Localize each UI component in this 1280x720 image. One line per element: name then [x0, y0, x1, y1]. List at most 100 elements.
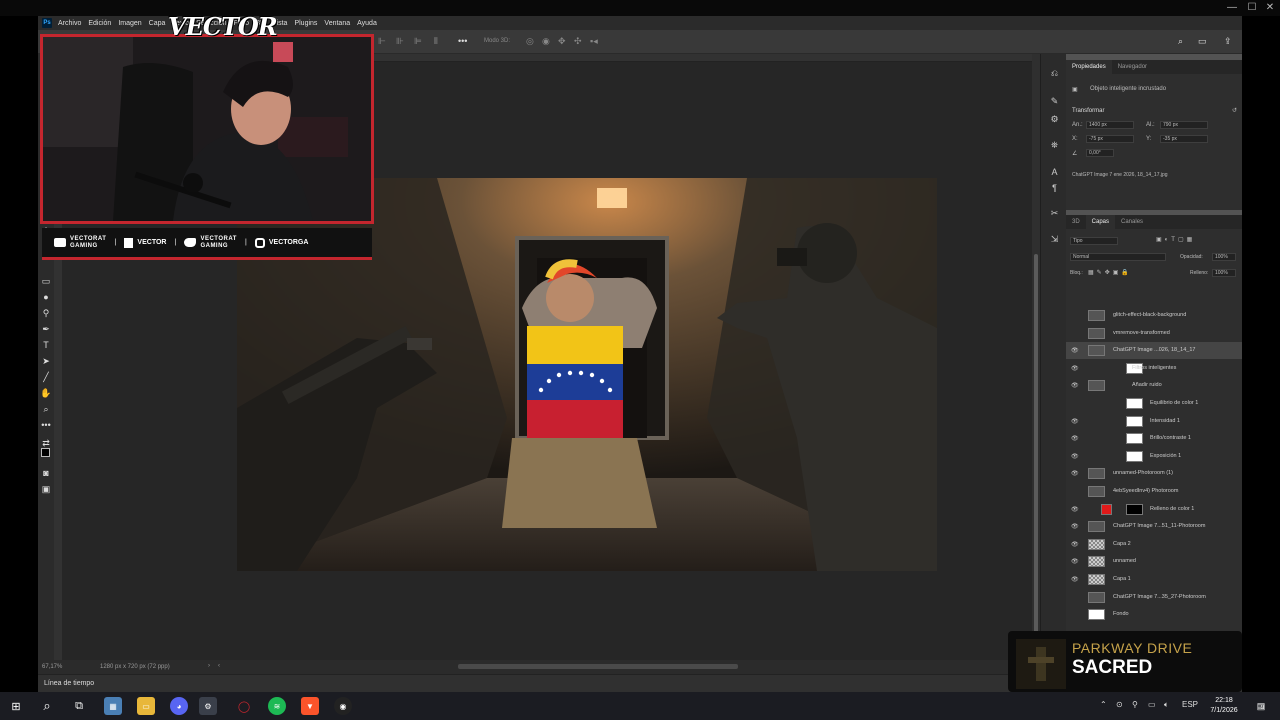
height-field[interactable]: 790 px: [1160, 121, 1208, 129]
tab-propiedades[interactable]: Propiedades: [1066, 60, 1112, 74]
layer-row[interactable]: 👁︎ Filtros inteligentes: [1066, 360, 1242, 377]
visibility-eye-icon[interactable]: 👁︎: [1071, 523, 1079, 530]
close-icon[interactable]: ✕: [1262, 2, 1278, 13]
tab-navegador[interactable]: Navegador: [1112, 64, 1153, 70]
app-icon[interactable]: ▦: [104, 697, 122, 715]
clock[interactable]: 22:18 7/1/2026: [1204, 696, 1244, 716]
layer-row[interactable]: vmremove-transformed: [1066, 325, 1242, 342]
paragraph-icon[interactable]: ¶: [1049, 182, 1060, 193]
edit-toolbar-icon[interactable]: •••: [41, 420, 51, 430]
layer-row[interactable]: 👁︎ Exposición 1: [1066, 448, 1242, 465]
file-explorer-icon[interactable]: ▭: [137, 697, 155, 715]
visibility-eye-icon[interactable]: 👁︎: [1071, 418, 1079, 425]
minimize-icon[interactable]: —: [1224, 2, 1240, 13]
tray-app-icon[interactable]: ⊙: [1116, 700, 1123, 709]
task-view-icon[interactable]: ⧉: [70, 697, 88, 715]
windows-start-icon[interactable]: ⊞: [7, 697, 25, 715]
quick-mask-icon[interactable]: ◙: [41, 468, 51, 478]
discord-icon[interactable]: ◕: [170, 697, 188, 715]
layer-row[interactable]: 👁︎ Añadir ruido: [1066, 377, 1242, 394]
fill-field[interactable]: 100%: [1212, 269, 1236, 277]
layer-row[interactable]: 👁︎ Intensidad 1: [1066, 413, 1242, 430]
foreground-color-swatch[interactable]: [41, 448, 50, 457]
maximize-icon[interactable]: ☐: [1244, 2, 1260, 13]
pen-tool-icon[interactable]: ✒: [41, 324, 51, 334]
align-left-icon[interactable]: ⊩: [378, 36, 386, 47]
layer-row[interactable]: Equilibrio de color 1: [1066, 395, 1242, 412]
screen-mode-icon[interactable]: ▣: [41, 484, 51, 494]
layer-row[interactable]: 👁︎ Relleno de color 1: [1066, 501, 1242, 518]
layer-row[interactable]: 👁︎ Capa 1: [1066, 571, 1242, 588]
layer-row[interactable]: 👁︎ ChatGPT Image ...026, 18_14_17: [1066, 342, 1242, 360]
zoom-level[interactable]: 67,17%: [42, 664, 62, 670]
vertical-scrollbar[interactable]: [1032, 54, 1040, 660]
tools-icon[interactable]: ✂: [1049, 208, 1060, 219]
visibility-eye-icon[interactable]: 👁︎: [1071, 453, 1079, 460]
3d-pan-icon[interactable]: ✥: [558, 36, 566, 47]
layer-row[interactable]: 👁︎ Brillo/contraste 1: [1066, 430, 1242, 447]
dodge-tool-icon[interactable]: ⚲: [41, 308, 51, 318]
more-options-icon[interactable]: •••: [458, 36, 467, 46]
layer-row[interactable]: 👁︎ Capa 2: [1066, 536, 1242, 553]
3d-scale-icon[interactable]: ▪◂: [590, 36, 598, 47]
search-icon[interactable]: ⌕: [1178, 36, 1183, 47]
spotify-icon[interactable]: ≋: [268, 697, 286, 715]
visibility-eye-icon[interactable]: 👁︎: [1071, 470, 1079, 477]
swap-colors-icon[interactable]: ⇄: [41, 438, 51, 448]
visibility-eye-icon[interactable]: 👁︎: [1071, 558, 1079, 565]
steam-icon[interactable]: ⚙: [199, 697, 217, 715]
vertical-scroll-thumb[interactable]: [1034, 254, 1038, 634]
layer-filter-select[interactable]: Tipo: [1070, 237, 1118, 245]
hand-tool-icon[interactable]: ✋: [40, 388, 51, 398]
brush-settings-icon[interactable]: ✎: [1049, 96, 1060, 107]
tab-capas[interactable]: Capas: [1085, 215, 1116, 229]
blur-tool-icon[interactable]: ●: [41, 292, 51, 302]
tray-chevron-icon[interactable]: ⌃: [1100, 700, 1107, 709]
visibility-eye-icon[interactable]: 👁︎: [1071, 347, 1079, 354]
opera-icon[interactable]: ◯: [235, 697, 253, 715]
angle-field[interactable]: 0,00°: [1086, 149, 1114, 157]
line-tool-icon[interactable]: ╱: [41, 372, 51, 382]
visibility-eye-icon[interactable]: 👁︎: [1071, 435, 1079, 442]
layer-row[interactable]: 👁︎ unnamed-Photoroom (1): [1066, 465, 1242, 482]
y-field[interactable]: -35 px: [1160, 135, 1208, 143]
history-icon[interactable]: ⎌: [1049, 68, 1060, 79]
menu-ayuda[interactable]: Ayuda: [357, 20, 377, 27]
3d-rotate-icon[interactable]: ◎: [526, 36, 534, 47]
menu-plugins[interactable]: Plugins: [294, 20, 317, 27]
character-icon[interactable]: A: [1049, 166, 1060, 177]
menu-ventana[interactable]: Ventana: [324, 20, 350, 27]
layer-row[interactable]: 4ebSyeedInv4) Photoroom: [1066, 483, 1242, 500]
status-scroll-left-icon[interactable]: ‹: [218, 663, 220, 669]
zoom-tool-icon[interactable]: ⌕: [41, 404, 51, 414]
menu-imagen[interactable]: Imagen: [118, 20, 141, 27]
visibility-eye-icon[interactable]: 👁︎: [1071, 576, 1079, 583]
menu-archivo[interactable]: Archivo: [58, 20, 81, 27]
align-center-icon[interactable]: ⊪: [396, 36, 404, 47]
layer-row[interactable]: 👁︎ ChatGPT Image 7...51_11-Photoroom: [1066, 518, 1242, 535]
horizontal-scroll-thumb[interactable]: [458, 664, 738, 669]
tab-3d[interactable]: 3D: [1066, 219, 1086, 225]
network-icon[interactable]: ▭: [1148, 700, 1156, 709]
visibility-eye-icon[interactable]: 👁︎: [1071, 365, 1079, 372]
adjustments-icon[interactable]: ⚙: [1049, 114, 1060, 125]
path-selection-icon[interactable]: ➤: [41, 356, 51, 366]
filter-icons[interactable]: ▣◐T▢▦: [1156, 236, 1195, 243]
language-indicator[interactable]: ESP: [1182, 700, 1198, 709]
eraser-tool-icon[interactable]: ▭: [41, 276, 51, 286]
brave-icon[interactable]: ▼: [301, 697, 319, 715]
microphone-icon[interactable]: ⚲: [1132, 700, 1138, 709]
3d-slide-icon[interactable]: ✣: [574, 36, 582, 47]
clone-source-icon[interactable]: ⛯: [1049, 140, 1060, 151]
obs-icon[interactable]: ◉: [334, 697, 352, 715]
menu-edicion[interactable]: Edición: [88, 20, 111, 27]
menu-capa[interactable]: Capa: [149, 20, 166, 27]
layer-row[interactable]: 👁︎ unnamed: [1066, 553, 1242, 570]
3d-roll-icon[interactable]: ◉: [542, 36, 550, 47]
visibility-eye-icon[interactable]: 👁︎: [1071, 541, 1079, 548]
visibility-eye-icon[interactable]: 👁︎: [1071, 382, 1079, 389]
layer-row[interactable]: glitch-effect-black-background: [1066, 307, 1242, 324]
visibility-eye-icon[interactable]: 👁︎: [1071, 506, 1079, 513]
layer-row[interactable]: ChatGPT Image 7...35_27-Photoroom: [1066, 589, 1242, 606]
opacity-field[interactable]: 100%: [1212, 253, 1236, 261]
